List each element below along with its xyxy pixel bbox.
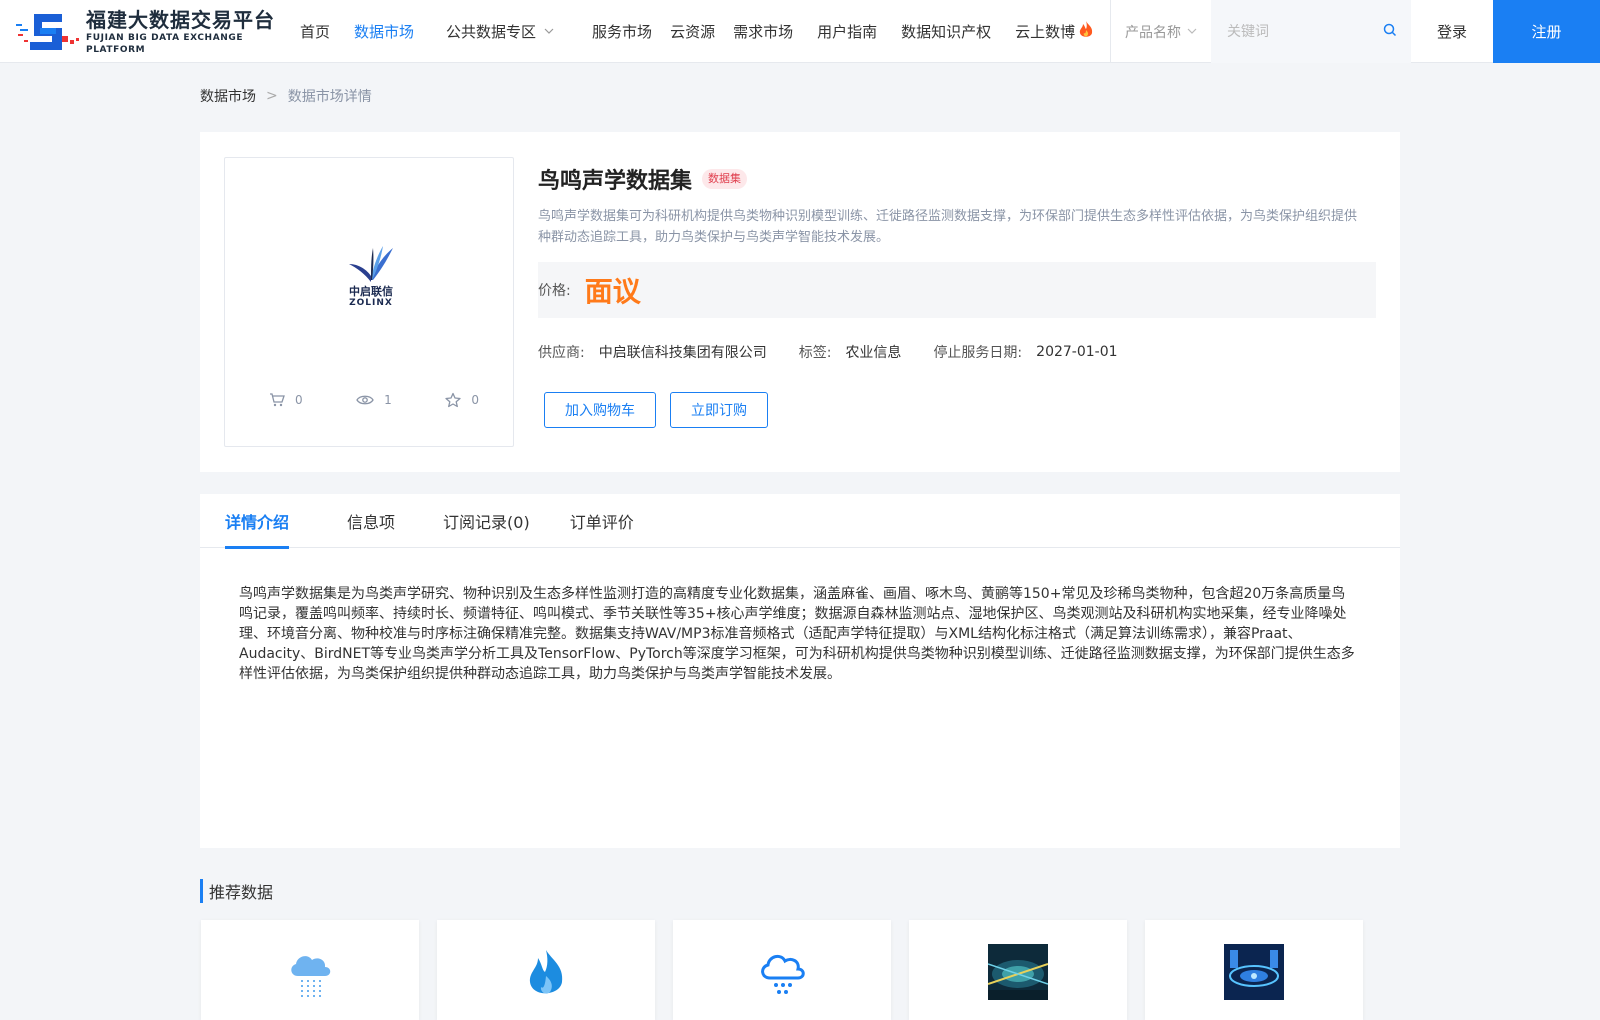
recommend-card[interactable] bbox=[201, 920, 419, 1020]
chevron-down-icon bbox=[1187, 26, 1197, 37]
tab-subscription-records[interactable]: 订阅记录(0) bbox=[443, 494, 530, 548]
flame-icon bbox=[524, 948, 568, 1020]
end-date-value: 2027-01-01 bbox=[1036, 344, 1118, 360]
flame-icon bbox=[1078, 20, 1094, 44]
eye-icon bbox=[356, 395, 374, 405]
recommend-title: 推荐数据 bbox=[200, 879, 273, 903]
nav-data-ip[interactable]: 数据知识产权 bbox=[901, 21, 991, 42]
nav-cloud-resource[interactable]: 云资源 bbox=[670, 21, 715, 42]
search-scope-select[interactable]: 产品名称 bbox=[1111, 0, 1211, 63]
cart-count: 0 bbox=[269, 392, 303, 408]
site-logo[interactable]: 福建大数据交易平台 FUJIAN BIG DATA EXCHANGE PLATF… bbox=[16, 8, 278, 56]
breadcrumb: 数据市场 > 数据市场详情 bbox=[200, 86, 372, 106]
tag-label: 标签: bbox=[798, 345, 832, 361]
breadcrumb-parent[interactable]: 数据市场 bbox=[200, 86, 256, 106]
recommend-card[interactable] bbox=[1145, 920, 1363, 1020]
product-title: 鸟鸣声学数据集 bbox=[538, 169, 693, 194]
detail-section: 详情介绍 信息项 订阅记录(0) 订单评价 鸟鸣声学数据集是为鸟类声学研究、物种… bbox=[200, 494, 1400, 848]
product-thumbnail: 中启联信 ZOLINX 0 1 0 bbox=[224, 157, 514, 447]
rain-cloud-icon bbox=[284, 948, 336, 1020]
recommend-card[interactable] bbox=[909, 920, 1127, 1020]
tab-info-items[interactable]: 信息项 bbox=[347, 494, 395, 548]
logo-title: 福建大数据交易平台 bbox=[86, 8, 275, 32]
chevron-down-icon bbox=[544, 26, 554, 37]
product-meta: 供应商: 中启联信科技集团有限公司 标签: 农业信息 停止服务日期: 2027-… bbox=[538, 342, 1376, 362]
nav-user-guide[interactable]: 用户指南 bbox=[817, 21, 877, 42]
product-type-badge: 数据集 bbox=[702, 169, 748, 189]
recommend-card[interactable] bbox=[437, 920, 655, 1020]
add-to-cart-button[interactable]: 加入购物车 bbox=[544, 392, 656, 428]
subscribe-button[interactable]: 立即订购 bbox=[670, 392, 768, 428]
cart-icon bbox=[270, 393, 285, 407]
data-center-image bbox=[1224, 944, 1284, 1020]
nav-data-market[interactable]: 数据市场 bbox=[354, 21, 414, 42]
tag-value: 农业信息 bbox=[845, 345, 902, 361]
breadcrumb-current: 数据市场详情 bbox=[287, 89, 372, 105]
nav-demand-market[interactable]: 需求市场 bbox=[733, 21, 793, 42]
product-card: 中启联信 ZOLINX 0 1 0 鸟鸣声学数据集 数据集 鸟鸣声学数据集可为科… bbox=[200, 132, 1400, 472]
supplier-value: 中启联信科技集团有限公司 bbox=[598, 345, 767, 361]
breadcrumb-separator: > bbox=[266, 88, 278, 104]
provider-logo: 中启联信 ZOLINX bbox=[343, 244, 399, 310]
city-night-image bbox=[987, 944, 1049, 1020]
price-value: 面议 bbox=[584, 275, 641, 308]
nav-service-market[interactable]: 服务市场 bbox=[592, 21, 652, 42]
supplier-label: 供应商: bbox=[538, 345, 585, 361]
provider-logo-en: ZOLINX bbox=[349, 298, 393, 308]
register-button[interactable]: 注册 bbox=[1493, 0, 1600, 63]
search-input-box bbox=[1211, 0, 1411, 63]
tab-details[interactable]: 详情介绍 bbox=[225, 494, 290, 549]
nav-home[interactable]: 首页 bbox=[300, 21, 330, 42]
recommend-card[interactable] bbox=[673, 920, 891, 1020]
main-nav: 首页 数据市场 公共数据专区 服务市场 云资源 需求市场 用户指南 数据知识产权… bbox=[300, 0, 1118, 63]
logo-subtitle: FUJIAN BIG DATA EXCHANGE PLATFORM bbox=[86, 33, 244, 55]
tab-order-reviews[interactable]: 订单评价 bbox=[570, 494, 634, 548]
snow-cloud-icon bbox=[756, 948, 808, 1020]
provider-logo-cn: 中启联信 bbox=[349, 285, 393, 298]
favorite-count: 0 bbox=[445, 392, 479, 408]
login-button[interactable]: 登录 bbox=[1411, 0, 1493, 63]
price-box: 价格: 面议 bbox=[538, 262, 1376, 318]
search-icon[interactable] bbox=[1383, 23, 1397, 41]
product-info: 鸟鸣声学数据集 数据集 鸟鸣声学数据集可为科研机构提供鸟类物种识别模型训练、迁徙… bbox=[538, 162, 1376, 428]
logo-mark-icon bbox=[16, 10, 82, 54]
product-stats: 0 1 0 bbox=[269, 392, 479, 408]
star-icon bbox=[445, 392, 461, 408]
nav-cloud-expo[interactable]: 云上数博 bbox=[1015, 20, 1094, 44]
nav-public-data[interactable]: 公共数据专区 bbox=[446, 21, 554, 42]
search-bar: 产品名称 bbox=[1110, 0, 1411, 63]
detail-description: 鸟鸣声学数据集是为鸟类声学研究、物种识别及生态多样性监测打造的高精度专业化数据集… bbox=[239, 586, 1355, 682]
top-header: 福建大数据交易平台 FUJIAN BIG DATA EXCHANGE PLATF… bbox=[0, 0, 1600, 63]
end-date-label: 停止服务日期: bbox=[933, 345, 1023, 361]
product-description: 鸟鸣声学数据集可为科研机构提供鸟类物种识别模型训练、迁徙路径监测数据支撑，为环保… bbox=[538, 209, 1358, 245]
detail-tabs: 详情介绍 信息项 订阅记录(0) 订单评价 bbox=[200, 494, 1400, 549]
price-label: 价格: bbox=[538, 283, 571, 299]
search-input[interactable] bbox=[1227, 23, 1377, 40]
view-count: 1 bbox=[356, 392, 392, 408]
action-buttons: 加入购物车 立即订购 bbox=[538, 392, 1376, 428]
bird-wing-icon bbox=[349, 246, 393, 282]
